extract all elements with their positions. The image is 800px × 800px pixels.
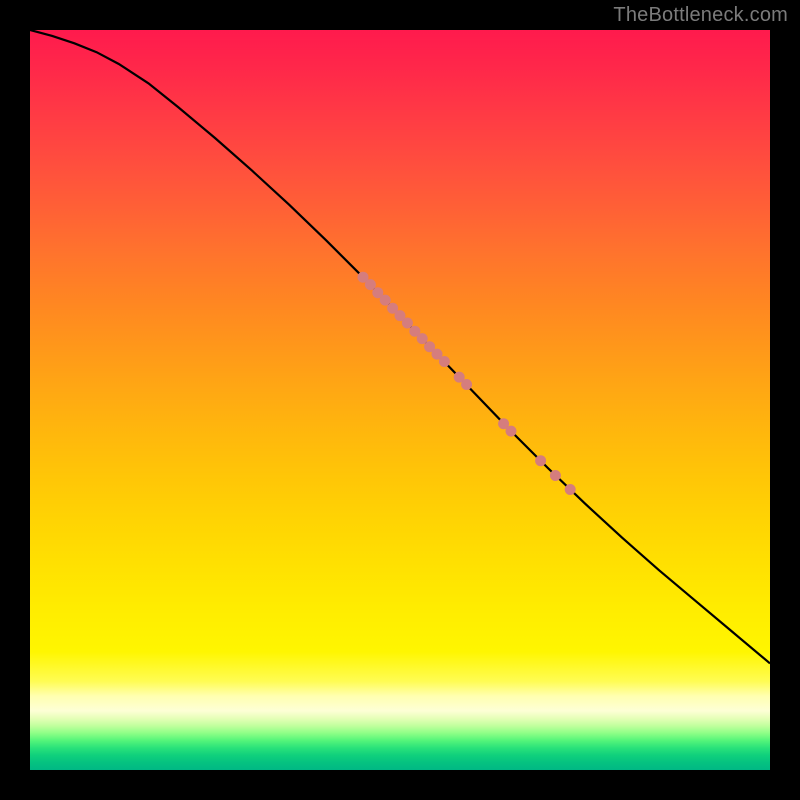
curve-marker <box>365 279 376 290</box>
curve-marker <box>565 484 576 495</box>
main-curve <box>30 30 770 663</box>
curve-marker <box>380 295 391 306</box>
curve-marker <box>506 426 517 437</box>
curve-markers <box>358 272 576 495</box>
curve-marker <box>550 470 561 481</box>
watermark-text: TheBottleneck.com <box>613 4 788 27</box>
chart-frame: TheBottleneck.com <box>0 0 800 800</box>
plot-area <box>30 30 770 770</box>
curve-marker <box>461 379 472 390</box>
curve-marker <box>417 333 428 344</box>
curve-marker <box>402 318 413 329</box>
curve-marker <box>439 356 450 367</box>
curve-marker <box>535 455 546 466</box>
chart-svg <box>30 30 770 770</box>
